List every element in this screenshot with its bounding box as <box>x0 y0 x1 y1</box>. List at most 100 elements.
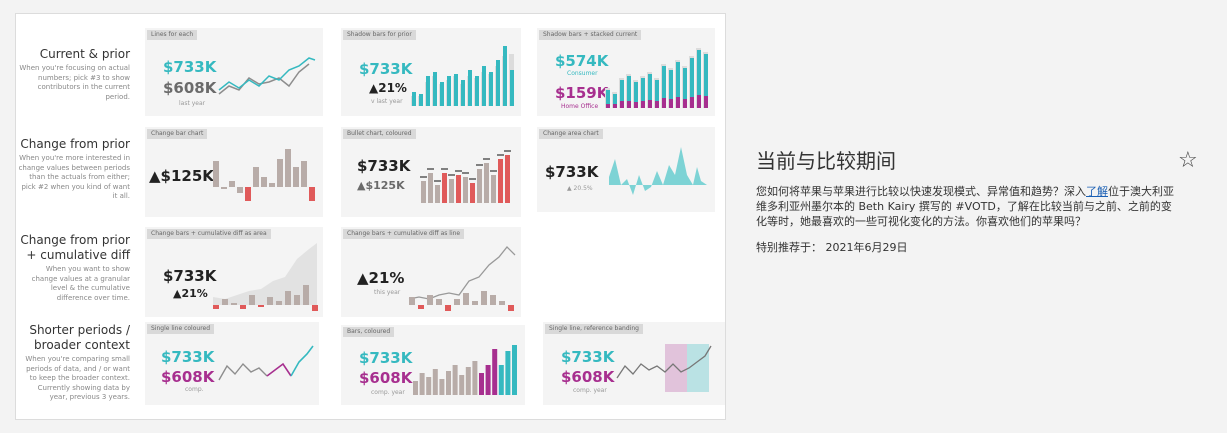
change-bar <box>294 295 300 305</box>
change-bar <box>245 187 251 201</box>
change-value: ▲21% <box>173 287 208 300</box>
change-bar <box>253 167 259 187</box>
change-bar <box>312 305 318 311</box>
change-bar <box>231 303 237 305</box>
row-title: Shorter periods / broader context <box>29 323 130 352</box>
tile-bullet-chart: Bullet chart, coloured $733K ▲$125K <box>341 127 521 217</box>
tile-shadow-bars: Shadow bars for prior $733K ▲21% v last … <box>341 28 521 116</box>
current-bar <box>461 80 465 106</box>
current-bar <box>503 46 507 106</box>
home-office-bar <box>655 101 659 108</box>
year-bar <box>452 365 458 395</box>
change-bar <box>269 183 275 187</box>
change-bar <box>427 295 433 305</box>
current-value: $733K <box>357 157 411 175</box>
viz-title: 当前与比较期间 <box>756 149 896 173</box>
consumer-bar <box>655 80 659 101</box>
row-label-cumulative-diff: Change from prior + cumulative diff When… <box>18 233 130 303</box>
year-bar <box>505 351 511 395</box>
viz-thumbnail[interactable]: Current & prior When you're focusing on … <box>15 13 726 420</box>
change-bar <box>463 293 469 305</box>
stacked-bar-chart <box>605 48 708 108</box>
bullet-bar <box>456 175 461 203</box>
home-office-bar <box>620 101 624 108</box>
home-office-bar <box>704 96 708 108</box>
line-chart <box>218 57 316 95</box>
current-bar <box>412 92 416 106</box>
home-office-bar <box>683 99 687 108</box>
current-line <box>218 57 316 91</box>
home-office-bar <box>606 104 610 108</box>
current-bar <box>475 76 479 106</box>
prior-line <box>218 63 310 95</box>
year-bar <box>479 373 484 395</box>
change-bar <box>276 301 282 305</box>
comp-value: $608K <box>561 368 615 386</box>
cumulative-line <box>408 246 516 300</box>
single-line-chart <box>218 345 314 381</box>
consumer-bar <box>697 50 701 95</box>
bullet-bar <box>435 185 440 203</box>
change-bar <box>221 187 227 189</box>
tile-tag: Bullet chart, coloured <box>343 129 416 139</box>
tile-change-bar: Change bar chart ▲$125K <box>145 127 323 217</box>
bullet-bar <box>442 173 447 203</box>
coloured-bar-chart <box>413 345 517 395</box>
change-bar <box>285 291 291 305</box>
tile-lines-for-each: Lines for each $733K $608K last year <box>145 28 323 116</box>
change-bar <box>293 167 299 187</box>
bullet-bar <box>470 183 475 203</box>
row-desc: When you're focusing on actual numbers; … <box>19 64 130 101</box>
current-bar <box>433 72 437 106</box>
row-label-current-prior: Current & prior When you're focusing on … <box>18 47 130 102</box>
consumer-bar <box>613 94 617 104</box>
change-bar <box>277 159 283 187</box>
bullet-bar <box>449 179 454 203</box>
comp-value: $608K <box>359 369 413 387</box>
tile-reference-banding: Single line, reference banding $733K $60… <box>543 322 725 405</box>
year-bar <box>446 371 451 395</box>
current-value: $733K <box>163 267 217 285</box>
current-value: $733K <box>561 348 615 366</box>
bullet-bar <box>484 163 489 203</box>
tile-tag: Single line coloured <box>147 324 215 334</box>
current-bar <box>419 94 423 106</box>
home-office-bar <box>641 101 645 108</box>
change-bar <box>490 295 496 305</box>
tile-single-line-coloured: Single line coloured $733K $608K comp. <box>145 322 319 405</box>
current-bar <box>482 66 486 106</box>
year-bar <box>419 373 425 395</box>
cumulative-area-chart <box>213 243 318 311</box>
consumer-label: Consumer <box>567 70 598 77</box>
home-office-bar <box>662 98 666 108</box>
home-office-bar <box>690 97 694 108</box>
home-office-bar <box>669 99 673 108</box>
star-outline-icon[interactable]: ☆ <box>1178 148 1198 173</box>
change-bar <box>240 305 246 309</box>
change-value: ▲ 20.5% <box>567 185 593 192</box>
consumer-bar <box>704 54 708 96</box>
current-bar <box>447 76 451 106</box>
change-bar <box>213 305 219 309</box>
learn-more-link[interactable]: 了解 <box>1086 185 1108 198</box>
reference-band-chart <box>616 344 712 392</box>
change-bar <box>303 285 309 305</box>
change-bar <box>445 305 451 311</box>
cumulative-area <box>213 243 317 305</box>
tile-tag: Change bar chart <box>147 129 208 139</box>
year-bar <box>498 365 504 395</box>
year-bar <box>432 369 438 395</box>
current-value: $733K <box>161 348 215 366</box>
year-bar <box>439 379 445 395</box>
year-bar <box>413 381 418 395</box>
bullet-bar <box>421 181 426 203</box>
change-bar <box>418 305 424 309</box>
viz-description: 您如何将苹果与苹果进行比较以快速发现模式、异常值和趋势？深入了解位于澳大利亚维多… <box>756 184 1176 229</box>
consumer-bar <box>634 82 638 102</box>
change-value: ▲21% <box>357 269 405 287</box>
comp-value: $608K <box>161 368 215 386</box>
home-office-bar <box>627 101 631 108</box>
year-bar <box>426 377 432 395</box>
change-bar <box>229 181 235 187</box>
year-bar <box>459 375 465 395</box>
